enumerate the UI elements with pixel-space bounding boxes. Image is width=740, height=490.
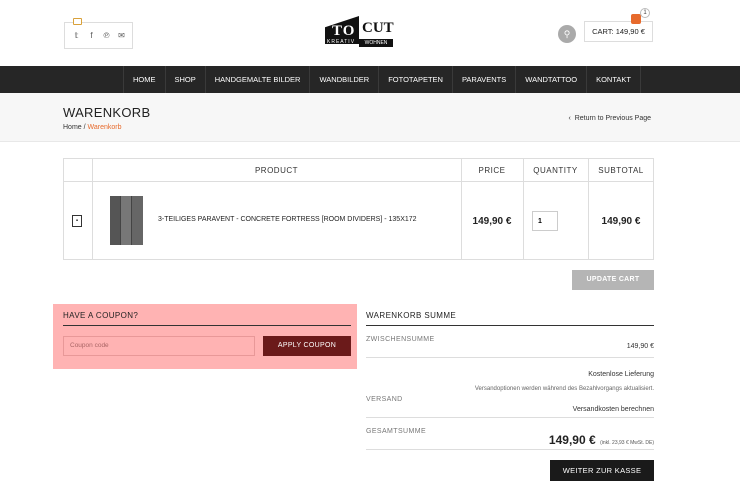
chevron-left-icon: ‹	[568, 115, 571, 122]
page-title: WARENKORB	[63, 105, 151, 120]
nav-item-handgemalte-bilder[interactable]: HANDGEMALTE BILDER	[206, 66, 311, 93]
row-divider	[366, 357, 654, 358]
calculate-shipping-link[interactable]: Versandkosten berechnen	[573, 406, 654, 413]
social-links-box: 𝕥 f ℗ ✉	[64, 18, 133, 49]
nav-item-paravents[interactable]: PARAVENTS	[453, 66, 517, 93]
site-header: 𝕥 f ℗ ✉ TO CUT KREATIV WOHNEN ⚲ CART: 14…	[0, 0, 740, 66]
logo-text-kreativ: KREATIV	[327, 39, 356, 45]
nav-item-fototapeten[interactable]: FOTOTAPETEN	[379, 66, 453, 93]
coupon-title: HAVE A COUPON?	[63, 311, 139, 320]
logo-text-wohnen: WOHNEN	[359, 39, 393, 47]
total-amount: 149,90 €	[548, 433, 596, 447]
nav-item-shop[interactable]: SHOP	[166, 66, 206, 93]
totals-title: WARENKORB SUMME	[366, 311, 457, 320]
header-product: PRODUCT	[92, 159, 461, 182]
update-cart-button[interactable]: UPDATE CART	[572, 270, 654, 290]
header-remove	[63, 159, 92, 182]
item-price: 149,90 €	[472, 216, 512, 227]
site-logo[interactable]: TO CUT KREATIV WOHNEN	[325, 16, 394, 48]
shipping-label: VERSAND	[366, 396, 403, 403]
breadcrumb-home[interactable]: Home	[63, 124, 82, 131]
remove-item-button[interactable]: ▪	[72, 215, 82, 227]
main-navigation: HOME SHOP HANDGEMALTE BILDER WANDBILDER …	[0, 66, 740, 93]
header-subtotal: SUBTOTAL	[588, 159, 654, 182]
return-link-label: Return to Previous Page	[574, 115, 651, 122]
cart-table: PRODUCT PRICE QUANTITY SUBTOTAL ▪ 3-TEIL…	[63, 158, 654, 260]
shipping-option: Kostenlose Lieferung	[588, 371, 654, 378]
breadcrumb: Home / Warenkorb	[63, 124, 122, 131]
product-thumbnail[interactable]	[110, 196, 143, 245]
page-title-bar: WARENKORB Home / Warenkorb ‹ Return to P…	[0, 93, 740, 142]
social-icons-row: 𝕥 f ℗ ✉	[73, 31, 125, 41]
cart-button[interactable]: CART: 149,90 €	[584, 21, 653, 42]
return-previous-link[interactable]: ‹ Return to Previous Page	[569, 115, 652, 122]
nav-item-kontakt[interactable]: KONTAKT	[587, 66, 641, 93]
pinterest-icon[interactable]: ℗	[103, 31, 110, 41]
apply-coupon-button[interactable]: APPLY COUPON	[263, 336, 351, 356]
total-label: GESAMTSUMME	[366, 428, 427, 435]
subtotal-label: ZWISCHENSUMME	[366, 336, 435, 343]
row-divider	[366, 449, 654, 450]
search-button[interactable]: ⚲	[558, 25, 576, 43]
totals-divider	[366, 325, 654, 326]
twitter-icon[interactable]: 𝕥	[73, 31, 80, 41]
coupon-code-input[interactable]: Coupon code	[63, 336, 255, 356]
shipping-note: Versandoptionen werden während des Bezah…	[474, 386, 654, 392]
quantity-input[interactable]	[532, 211, 558, 231]
total-tax-note: (inkl. 23,93 € MwSt. DE)	[600, 440, 654, 446]
cart-count-badge: 1	[640, 8, 650, 18]
logo-text-cut: CUT	[362, 20, 394, 36]
breadcrumb-current: Warenkorb	[87, 124, 122, 131]
nav-item-wandtattoo[interactable]: WANDTATTOO	[516, 66, 588, 93]
coupon-box: HAVE A COUPON? Coupon code APPLY COUPON	[53, 304, 357, 369]
product-name-link[interactable]: 3-TEILIGES PARAVENT - CONCRETE FORTRESS …	[158, 216, 417, 223]
cart-label: CART: 149,90 €	[592, 27, 645, 36]
subtotal-value: 149,90 €	[626, 343, 654, 350]
checkout-button[interactable]: WEITER ZUR KASSE	[550, 460, 654, 481]
email-icon[interactable]: ✉	[118, 31, 125, 41]
total-value: 149,90 € (inkl. 23,93 € MwSt. DE)	[549, 431, 654, 449]
facebook-icon[interactable]: f	[88, 31, 95, 41]
shopping-bag-icon[interactable]	[631, 14, 641, 24]
header-price: PRICE	[461, 159, 523, 182]
nav-item-home[interactable]: HOME	[124, 66, 166, 93]
nav-item-wandbilder[interactable]: WANDBILDER	[310, 66, 380, 93]
row-divider	[366, 417, 654, 418]
header-quantity: QUANTITY	[523, 159, 588, 182]
item-subtotal: 149,90 €	[601, 216, 641, 227]
search-icon: ⚲	[563, 29, 571, 39]
logo-text-to: TO	[332, 23, 356, 39]
chat-icon[interactable]	[73, 18, 82, 25]
coupon-divider	[63, 325, 351, 326]
